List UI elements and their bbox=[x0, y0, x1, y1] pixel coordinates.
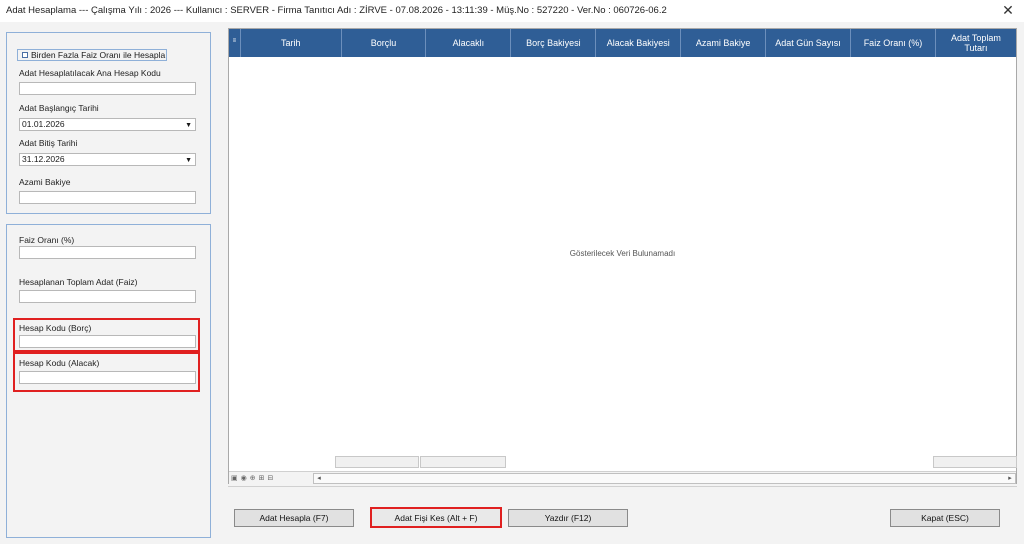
interest-rate-label: Faiz Oranı (%) bbox=[19, 235, 75, 245]
end-date-label: Adat Bitiş Tarihi bbox=[19, 138, 78, 148]
dropdown-arrow-icon[interactable]: ▼ bbox=[185, 120, 192, 131]
filter-icon[interactable]: ⊞ bbox=[259, 474, 265, 482]
debit-account-input[interactable] bbox=[19, 335, 196, 348]
start-date-picker[interactable]: 01.01.2026 ▼ bbox=[19, 118, 196, 131]
total-adat-label: Hesaplanan Toplam Adat (Faiz) bbox=[19, 277, 138, 287]
credit-account-input[interactable] bbox=[19, 371, 196, 384]
column-header-day-count[interactable]: Adat Gün Sayısı bbox=[766, 29, 851, 57]
multi-rate-checkbox[interactable]: Birden Fazla Faiz Oranı ile Hesapla bbox=[17, 49, 167, 61]
footer-summary-cell bbox=[335, 456, 419, 468]
footer-summary-cell bbox=[933, 456, 1017, 468]
footer-summary-cell bbox=[420, 456, 506, 468]
account-code-label: Adat Hesaplatılacak Ana Hesap Kodu bbox=[19, 68, 161, 78]
window-title: Adat Hesaplama --- Çalışma Yılı : 2026 -… bbox=[6, 5, 667, 16]
save-icon[interactable]: ▣ bbox=[231, 474, 238, 482]
checkbox-box[interactable] bbox=[22, 52, 28, 58]
row-selector-icon[interactable]: ≡ bbox=[229, 29, 241, 57]
start-date-label: Adat Başlangıç Tarihi bbox=[19, 103, 99, 113]
view-icon[interactable]: ◉ bbox=[241, 474, 247, 482]
total-adat-input[interactable] bbox=[19, 290, 196, 303]
max-balance-input[interactable] bbox=[19, 191, 196, 204]
print-button[interactable]: Yazdır (F12) bbox=[508, 509, 628, 527]
zoom-icon[interactable]: ⊕ bbox=[250, 474, 256, 482]
column-header-creditor[interactable]: Alacaklı bbox=[426, 29, 512, 57]
empty-grid-message: Gösterilecek Veri Bulunamadı bbox=[569, 249, 676, 258]
column-header-max-balance[interactable]: Azami Bakiye bbox=[681, 29, 767, 57]
start-date-value: 01.01.2026 bbox=[22, 119, 65, 129]
print-icon[interactable]: ⊟ bbox=[267, 474, 273, 482]
column-header-total-amount[interactable]: Adat Toplam Tutarı bbox=[936, 29, 1016, 57]
grid-header: ≡ Tarih Borçlu Alacaklı Borç Bakiyesi Al… bbox=[229, 29, 1016, 57]
dropdown-arrow-icon[interactable]: ▼ bbox=[185, 155, 192, 166]
close-icon[interactable]: ✕ bbox=[1000, 2, 1016, 18]
max-balance-label: Azami Bakiye bbox=[19, 177, 71, 187]
horizontal-scrollbar[interactable]: ◂ ▸ bbox=[313, 473, 1016, 484]
calculate-adat-button[interactable]: Adat Hesapla (F7) bbox=[234, 509, 354, 527]
credit-account-label: Hesap Kodu (Alacak) bbox=[19, 358, 100, 368]
grid-navigator: ▣ ◉ ⊕ ⊞ ⊟ ◂ ▸ bbox=[229, 471, 1016, 484]
end-date-picker[interactable]: 31.12.2026 ▼ bbox=[19, 153, 196, 166]
end-date-value: 31.12.2026 bbox=[22, 154, 65, 164]
create-adat-voucher-button[interactable]: Adat Fişi Kes (Alt + F) bbox=[370, 507, 502, 528]
account-code-input[interactable] bbox=[19, 82, 196, 95]
adat-grid[interactable]: ≡ Tarih Borçlu Alacaklı Borç Bakiyesi Al… bbox=[228, 28, 1017, 484]
interest-rate-input[interactable] bbox=[19, 246, 196, 259]
close-button[interactable]: Kapat (ESC) bbox=[890, 509, 1000, 527]
title-bar: Adat Hesaplama --- Çalışma Yılı : 2026 -… bbox=[0, 0, 1024, 22]
window-body: Birden Fazla Faiz Oranı ile Hesapla Adat… bbox=[0, 22, 1024, 544]
scroll-right-icon[interactable]: ▸ bbox=[1005, 474, 1015, 483]
navigator-icons: ▣ ◉ ⊕ ⊞ ⊟ bbox=[231, 474, 273, 482]
button-bar: Adat Hesapla (F7) Adat Fişi Kes (Alt + F… bbox=[228, 486, 1017, 528]
column-header-debtor[interactable]: Borçlu bbox=[342, 29, 427, 57]
column-header-date[interactable]: Tarih bbox=[241, 29, 342, 57]
column-header-credit-balance[interactable]: Alacak Bakiyesi bbox=[596, 29, 682, 57]
debit-account-label: Hesap Kodu (Borç) bbox=[19, 323, 92, 333]
column-header-interest-rate[interactable]: Faiz Oranı (%) bbox=[851, 29, 936, 57]
column-header-debit-balance[interactable]: Borç Bakiyesi bbox=[511, 29, 597, 57]
scroll-left-icon[interactable]: ◂ bbox=[314, 474, 324, 483]
multi-rate-checkbox-label: Birden Fazla Faiz Oranı ile Hesapla bbox=[31, 50, 166, 60]
